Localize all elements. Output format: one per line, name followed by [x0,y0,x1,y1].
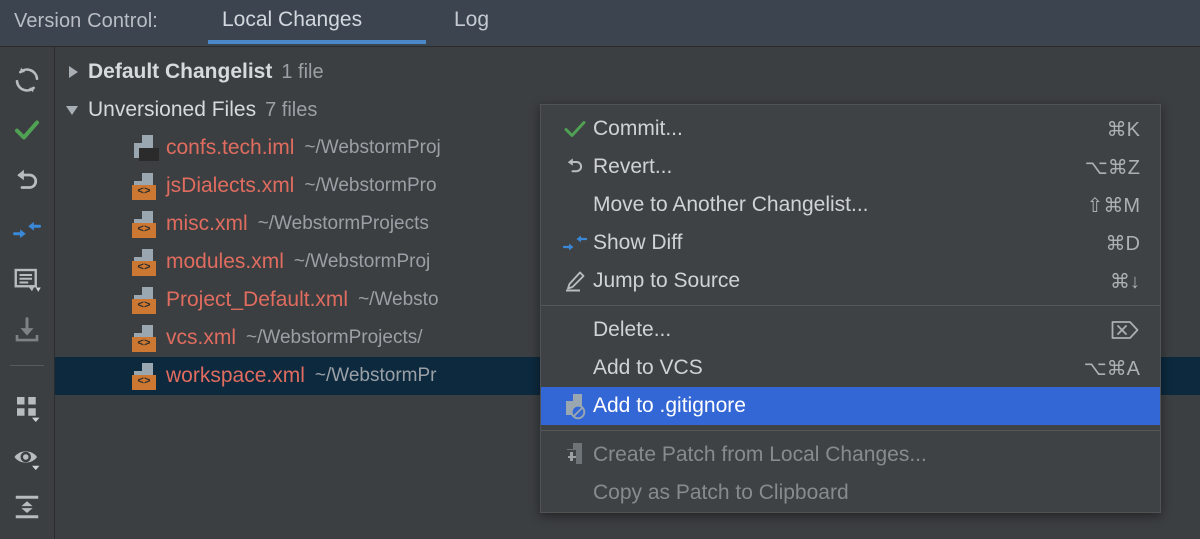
menu-item-move-to-another-changelist[interactable]: Move to Another Changelist... ⇧⌘M [541,186,1160,224]
file-name: misc.xml [166,212,248,235]
group-count: 7 files [265,98,318,121]
file-path: ~/WebstormProj [293,251,431,272]
file-path: ~/WebstormPr [314,365,437,386]
active-tab-underline [208,40,426,44]
tool-window-title: Version Control: [14,10,158,32]
menu-item-shortcut: ⌥⌘A [1083,357,1140,380]
menu-item-label: Add to VCS [593,356,703,379]
menu-item-add-to-vcs[interactable]: Add to VCS ⌥⌘A [541,349,1160,387]
menu-item-create-patch: Create Patch from Local Changes... [541,436,1160,474]
chevron-right-icon[interactable] [66,65,80,79]
menu-item-shortcut: ⌘↓ [1110,270,1140,293]
green-check-icon [557,114,593,144]
no-icon-placeholder [557,478,593,508]
group-by-icon [12,392,42,427]
group-by-button[interactable] [0,384,54,434]
group-count: 1 file [281,60,324,83]
refresh-icon [12,65,42,100]
menu-separator [541,305,1160,306]
no-icon-placeholder [557,190,593,220]
tab-bar: Version Control: Local Changes Log [0,0,1200,47]
chevron-down-icon[interactable] [66,103,80,117]
menu-item-shortcut [1110,311,1140,349]
preview-diff-button[interactable] [0,434,54,484]
file-name: workspace.xml [166,364,305,387]
revert-button[interactable] [0,157,54,207]
menu-item-shortcut: ⌥⌘Z [1084,156,1140,179]
menu-item-show-diff[interactable]: Show Diff ⌘D [541,224,1160,262]
xml-file-icon: <> [131,286,157,314]
file-path: ~/Websto [358,289,439,310]
patch-file-icon [557,440,593,470]
iml-file-icon [131,134,159,162]
expand-collapse-button[interactable] [0,484,54,534]
side-toolbar [0,47,55,539]
revert-arrow-icon [557,152,593,182]
menu-item-label: Show Diff [593,231,683,254]
forward-delete-icon [1111,321,1139,339]
commit-button[interactable] [0,107,54,157]
xml-file-icon: <> [131,362,157,390]
refresh-button[interactable] [0,57,54,107]
shelve-icon [12,315,42,350]
xml-file-icon: <> [131,210,157,238]
menu-item-label: Revert... [593,155,673,178]
menu-item-copy-as-patch: Copy as Patch to Clipboard [541,474,1160,512]
no-icon-placeholder [557,315,593,345]
group-label: Default Changelist [88,60,273,83]
commit-check-icon [12,115,42,150]
menu-item-delete[interactable]: Delete... [541,311,1160,349]
revert-icon [12,165,42,200]
file-path: ~/WebstormProj [304,137,441,158]
file-name: modules.xml [166,250,284,273]
group-label: Unversioned Files [88,98,257,121]
expand-collapse-icon [12,492,42,527]
menu-item-shortcut: ⌘K [1106,118,1140,141]
pencil-icon [557,266,593,296]
menu-item-jump-to-source[interactable]: Jump to Source ⌘↓ [541,262,1160,300]
xml-file-icon: <> [131,248,157,276]
file-path: ~/WebstormProjects [257,213,429,234]
file-name: vcs.xml [166,326,236,349]
menu-item-label: Create Patch from Local Changes... [593,443,927,466]
file-name: Project_Default.xml [166,288,349,311]
edit-changelist-button[interactable] [0,257,54,307]
shelve-button[interactable] [0,307,54,357]
comment-icon [12,265,42,300]
menu-item-label: Add to .gitignore [593,394,746,417]
preview-eye-icon [12,442,42,477]
xml-file-icon: <> [131,172,157,200]
menu-item-revert[interactable]: Revert... ⌥⌘Z [541,148,1160,186]
context-menu: Commit... ⌘K Revert... ⌥⌘Z Move to Anoth… [540,104,1161,513]
menu-item-commit[interactable]: Commit... ⌘K [541,110,1160,148]
no-icon-placeholder [557,353,593,383]
menu-item-label: Jump to Source [593,269,741,292]
menu-item-add-to-gitignore[interactable]: Add to .gitignore [541,387,1160,425]
show-diff-icon [12,215,42,250]
toolbar-separator [10,365,44,366]
menu-item-shortcut: ⌘D [1105,232,1140,255]
menu-item-label: Copy as Patch to Clipboard [593,481,849,504]
file-path: ~/WebstormPro [304,175,437,196]
menu-separator [541,430,1160,431]
file-name: confs.tech.iml [166,136,295,159]
menu-item-shortcut: ⇧⌘M [1086,194,1140,217]
show-diff-icon [557,228,593,258]
tree-group-default-changelist[interactable]: Default Changelist 1 file [55,53,1200,91]
menu-item-label: Delete... [593,318,672,341]
menu-item-label: Commit... [593,117,683,140]
menu-item-label: Move to Another Changelist... [593,193,869,216]
file-path: ~/WebstormProjects/ [246,327,423,348]
file-name: jsDialects.xml [166,174,295,197]
tab-log[interactable]: Log [440,8,503,38]
version-control-tool-window: Version Control: Local Changes Log Defau… [0,0,1200,539]
xml-file-icon: <> [131,324,157,352]
ignore-file-icon [557,391,593,421]
show-diff-button[interactable] [0,207,54,257]
tab-local-changes[interactable]: Local Changes [208,8,376,38]
